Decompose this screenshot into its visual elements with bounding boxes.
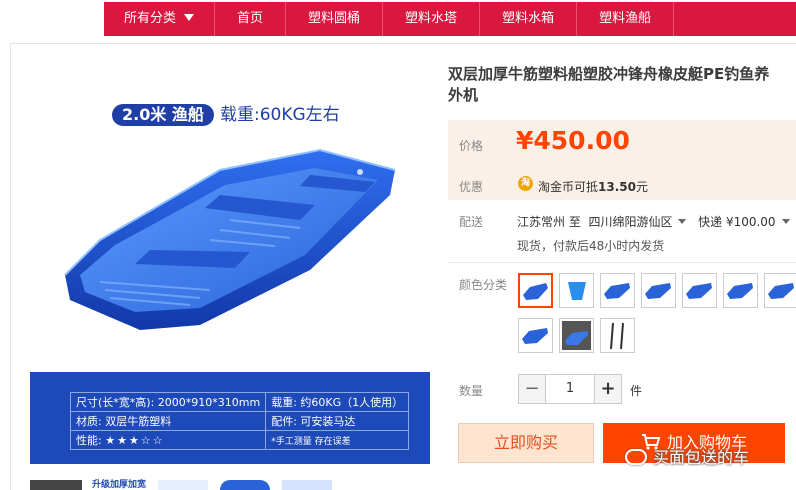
load-capacity-caption: 载重:60KG左右 bbox=[220, 105, 340, 125]
color-swatch-3[interactable] bbox=[600, 273, 635, 308]
promo-text: 淘金币可抵13.50元 bbox=[538, 180, 648, 194]
color-swatch-9[interactable] bbox=[559, 318, 594, 353]
color-label: 颜色分类 bbox=[459, 278, 508, 292]
ship-method[interactable]: 快递 ¥100.00 bbox=[698, 215, 775, 229]
boat-illustration bbox=[64, 148, 396, 330]
color-swatch-5[interactable] bbox=[682, 273, 717, 308]
thumbnail-3[interactable] bbox=[158, 480, 208, 490]
price-box: 价格 ¥450.00 bbox=[448, 120, 796, 168]
category-nav-bar: 所有分类 首页 塑料圆桶 塑料水塔 塑料水箱 塑料渔船 bbox=[104, 2, 796, 36]
caret-down-icon bbox=[184, 14, 195, 21]
taobao-coin-icon: 淘 bbox=[518, 176, 533, 191]
top-nav: 所有分类 首页 塑料圆桶 塑料水塔 塑料水箱 塑料渔船 bbox=[0, 0, 796, 36]
content-border-left bbox=[10, 43, 11, 490]
spec-accessory: 配件: 可安装马达 bbox=[265, 411, 410, 431]
boat-thumb-icon bbox=[604, 283, 630, 299]
boat-thumb-icon bbox=[686, 283, 712, 299]
buy-now-button[interactable]: 立即购买 bbox=[458, 423, 594, 463]
boat-thumb-icon bbox=[522, 328, 548, 344]
quantity-label: 数量 bbox=[459, 384, 484, 398]
model-badge: 2.0米 渔船 bbox=[112, 104, 214, 126]
price-label: 价格 bbox=[459, 139, 484, 153]
boat-thumb-icon bbox=[523, 283, 548, 300]
promo-row: 优惠 淘 淘金币可抵13.50元 bbox=[448, 168, 796, 200]
quantity-stepper: − 1 + bbox=[518, 374, 622, 404]
color-swatch-7[interactable] bbox=[764, 273, 796, 308]
nav-plastic-boat[interactable]: 塑料渔船 bbox=[577, 2, 675, 36]
caret-down-icon[interactable] bbox=[678, 219, 687, 224]
nav-all-categories[interactable]: 所有分类 bbox=[104, 2, 216, 36]
ship-note: 现货，付款后48小时内发货 bbox=[517, 239, 665, 253]
spec-panel: 尺寸(长*宽*高): 2000*910*310mm 载重: 约60KG（1人使用… bbox=[30, 372, 430, 464]
spec-weight: 载重: 约60KG（1人使用） bbox=[265, 392, 410, 412]
thumbnail-1[interactable] bbox=[30, 480, 82, 490]
thumbnail-caption: 升级加厚加宽 bbox=[92, 480, 147, 490]
rating-stars: ★★★☆☆ bbox=[105, 434, 165, 447]
color-swatch-6[interactable] bbox=[723, 273, 758, 308]
quantity-plus-button[interactable]: + bbox=[595, 375, 621, 403]
nav-plastic-tank[interactable]: 塑料水箱 bbox=[480, 2, 578, 36]
promo-label: 优惠 bbox=[459, 180, 484, 194]
quantity-input[interactable]: 1 bbox=[545, 375, 595, 403]
shipping-label: 配送 bbox=[459, 215, 484, 229]
boat-thumb-icon bbox=[645, 283, 671, 299]
divider bbox=[448, 262, 796, 263]
spec-size: 尺寸(长*宽*高): 2000*910*310mm bbox=[69, 392, 267, 412]
color-swatch-10[interactable] bbox=[600, 318, 635, 353]
color-swatch-1[interactable] bbox=[518, 273, 553, 308]
color-swatch-8[interactable] bbox=[518, 318, 553, 353]
spec-performance: 性能: ★★★☆☆ bbox=[69, 430, 267, 450]
thumbnail-strip: 升级加厚加宽 bbox=[30, 476, 430, 490]
boat-thumb-icon bbox=[568, 282, 586, 300]
nav-plastic-barrel[interactable]: 塑料圆桶 bbox=[286, 2, 384, 36]
color-swatch-4[interactable] bbox=[641, 273, 676, 308]
nav-home[interactable]: 首页 bbox=[215, 2, 287, 36]
quantity-minus-button[interactable]: − bbox=[519, 375, 545, 403]
price-value: ¥450.00 bbox=[516, 126, 630, 155]
caret-down-icon[interactable] bbox=[781, 219, 790, 224]
watermark: 买面包送的车 bbox=[625, 444, 749, 468]
main-product-image[interactable]: 2.0米 渔船 载重:60KG左右 bbox=[30, 60, 430, 370]
content-border-top bbox=[10, 43, 796, 44]
quantity-unit: 件 bbox=[630, 384, 643, 398]
wechat-icon bbox=[625, 449, 647, 465]
title-line-1: 双层加厚牛筋塑料船塑胶冲锋舟橡皮艇PE钓鱼养 bbox=[448, 65, 770, 83]
boat-thumb-icon bbox=[727, 283, 753, 299]
boat-thumb-icon bbox=[768, 283, 794, 299]
ship-origin: 江苏常州 至 bbox=[517, 215, 581, 229]
title-line-2: 外机 bbox=[448, 86, 479, 104]
nav-plastic-tower[interactable]: 塑料水塔 bbox=[383, 2, 481, 36]
thumbnail-5[interactable] bbox=[282, 480, 332, 490]
ship-destination[interactable]: 四川绵阳游仙区 bbox=[588, 215, 672, 229]
shipping-row: 江苏常州 至 四川绵阳游仙区 快递 ¥100.00 bbox=[517, 213, 794, 230]
spec-table: 尺寸(长*宽*高): 2000*910*310mm 载重: 约60KG（1人使用… bbox=[69, 392, 410, 450]
spec-material: 材质: 双层牛筋塑料 bbox=[69, 411, 267, 431]
boat-photo-thumb bbox=[562, 321, 591, 350]
thumbnail-4[interactable] bbox=[220, 480, 270, 490]
spec-note: *手工测量 存在误差 bbox=[265, 430, 410, 450]
color-swatch-2[interactable] bbox=[559, 273, 594, 308]
product-title: 双层加厚牛筋塑料船塑胶冲锋舟橡皮艇PE钓鱼养 外机 bbox=[448, 64, 796, 106]
thumbnail-2[interactable]: 升级加厚加宽 bbox=[92, 480, 146, 490]
oar-icon bbox=[610, 322, 624, 350]
